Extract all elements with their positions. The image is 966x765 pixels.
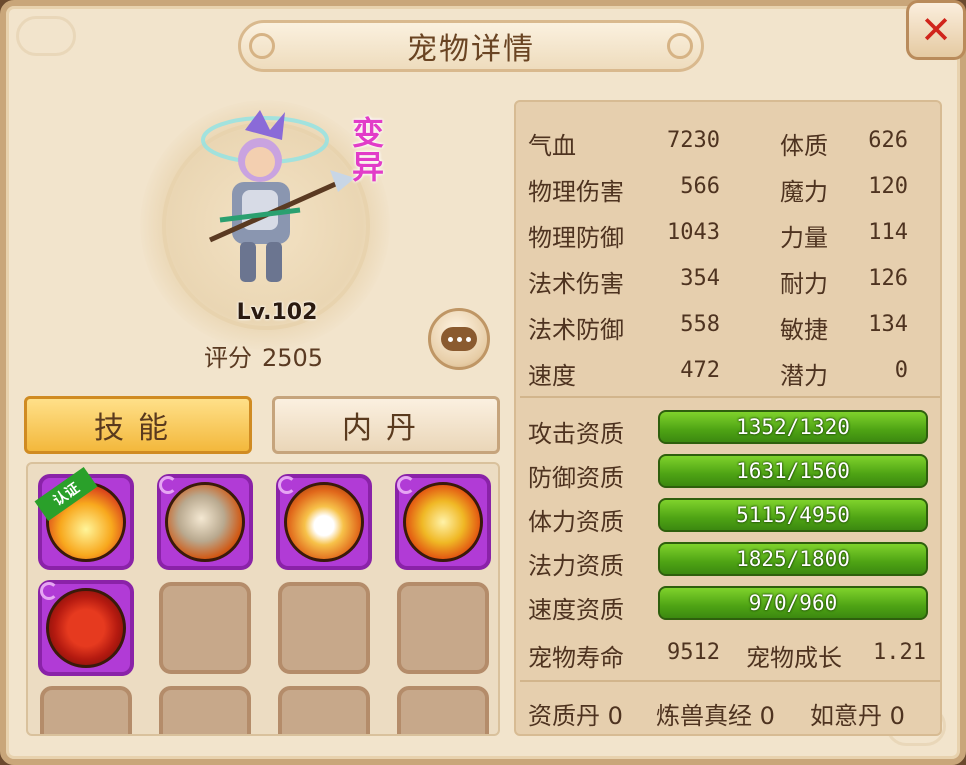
- aptitude-value-stamina: 5115/4950: [736, 503, 850, 527]
- stat-value-hp: 7230: [667, 128, 720, 153]
- stat-value-constitution: 626: [868, 128, 908, 153]
- empty-skill-slot[interactable]: [397, 582, 489, 674]
- stat-value-phys-def: 1043: [667, 220, 720, 245]
- rabbit-skill-icon: [284, 482, 364, 562]
- aptitude-bar-mana: 1825/1800: [658, 542, 928, 576]
- stat-label-phys-def: 物理防御: [528, 224, 624, 252]
- mutation-badge: 变异: [351, 114, 384, 186]
- skills-panel: 认证: [26, 462, 500, 736]
- stat-value-phys-dmg: 566: [680, 174, 720, 199]
- empty-skill-slot[interactable]: [278, 686, 370, 734]
- score-label: 评分: [204, 344, 252, 372]
- divider: [520, 396, 940, 398]
- aptitude-label-speed: 速度资质: [528, 596, 624, 624]
- aptitude-bar-speed: 970/960: [658, 586, 928, 620]
- empty-skill-slot[interactable]: [159, 686, 251, 734]
- skill-slot[interactable]: [395, 474, 491, 570]
- aptitude-value-speed: 970/960: [748, 591, 838, 615]
- item-ruyi-pill[interactable]: 如意丹 0: [810, 696, 905, 731]
- stat-label-potential: 潜力: [780, 362, 828, 390]
- stat-label-endurance: 耐力: [780, 270, 828, 298]
- divider: [520, 680, 940, 682]
- stat-label-magic-dmg: 法术伤害: [528, 270, 624, 298]
- pet-portrait[interactable]: [190, 100, 360, 300]
- item-label: 炼兽真经: [656, 702, 752, 730]
- pet-life-label: 宠物寿命: [528, 644, 624, 672]
- stat-label-strength: 力量: [780, 224, 828, 252]
- stat-value-agility: 134: [868, 312, 908, 337]
- skill-slot[interactable]: 认证: [34, 466, 134, 570]
- chat-button[interactable]: [428, 308, 490, 370]
- item-count: 0: [607, 702, 623, 730]
- tab-skills[interactable]: 技能: [24, 396, 252, 454]
- stat-value-potential: 0: [894, 358, 908, 383]
- stat-value-magic-dmg: 354: [680, 266, 720, 291]
- item-beast-scripture[interactable]: 炼兽真经 0: [656, 696, 775, 731]
- skill-slot[interactable]: [276, 474, 372, 570]
- page-title: 宠物详情: [407, 32, 535, 67]
- angry-spirit-skill-icon: [46, 588, 126, 668]
- title-banner: 宠物详情: [238, 20, 704, 72]
- aptitude-label-stamina: 体力资质: [528, 508, 624, 536]
- stat-value-endurance: 126: [868, 266, 908, 291]
- stat-label-phys-dmg: 物理伤害: [528, 178, 624, 206]
- pet-growth-label: 宠物成长: [746, 644, 842, 672]
- chat-bubble-icon: [441, 327, 477, 351]
- aptitude-value-defense: 1631/1560: [736, 459, 850, 483]
- swirl-ornament-icon: [278, 476, 296, 494]
- pet-growth-value: 1.21: [873, 640, 926, 665]
- item-count: 0: [759, 702, 775, 730]
- aptitude-bar-stamina: 5115/4950: [658, 498, 928, 532]
- aptitude-value-mana: 1825/1800: [736, 547, 850, 571]
- aptitude-label-defense: 防御资质: [528, 464, 624, 492]
- empty-skill-slot[interactable]: [397, 686, 489, 734]
- stat-label-constitution: 体质: [780, 132, 828, 160]
- stat-label-agility: 敏捷: [780, 316, 828, 344]
- aptitude-bar-defense: 1631/1560: [658, 454, 928, 488]
- empty-skill-slot[interactable]: [159, 582, 251, 674]
- aptitude-label-mana: 法力资质: [528, 552, 624, 580]
- item-label: 如意丹: [810, 702, 882, 730]
- skill-slot[interactable]: [157, 474, 253, 570]
- stat-label-speed: 速度: [528, 362, 576, 390]
- swirl-ornament-icon: [159, 476, 177, 494]
- aptitude-bar-attack: 1352/1320: [658, 410, 928, 444]
- swirl-ornament-icon: [397, 476, 415, 494]
- aptitude-value-attack: 1352/1320: [736, 415, 850, 439]
- empty-skill-slot[interactable]: [278, 582, 370, 674]
- stat-value-speed: 472: [680, 358, 720, 383]
- item-count: 0: [889, 702, 905, 730]
- stat-label-magic: 魔力: [780, 178, 828, 206]
- scroll-curl-icon: [249, 33, 275, 59]
- stat-label-hp: 气血: [528, 132, 576, 160]
- pet-score: 评分 2505: [204, 338, 333, 373]
- stat-value-magic-def: 558: [680, 312, 720, 337]
- aptitude-label-attack: 攻击资质: [528, 420, 624, 448]
- item-aptitude-pill[interactable]: 资质丹 0: [528, 696, 623, 731]
- empty-skill-slot[interactable]: [40, 686, 132, 734]
- swirl-ornament-icon: [40, 582, 58, 600]
- stats-panel: 气血 7230 物理伤害 566 物理防御 1043 法术伤害 354 法术防御…: [514, 100, 942, 736]
- flame-shield-skill-icon: [165, 482, 245, 562]
- close-x-icon: ✕: [920, 8, 952, 52]
- item-label: 资质丹: [528, 702, 600, 730]
- skill-slot[interactable]: [38, 580, 134, 676]
- stat-value-strength: 114: [868, 220, 908, 245]
- close-button[interactable]: ✕: [906, 0, 966, 60]
- pet-level: Lv.102: [236, 300, 318, 325]
- scroll-curl-icon: [667, 33, 693, 59]
- tab-inner-pill[interactable]: 内丹: [272, 396, 500, 454]
- pet-life-value: 9512: [667, 640, 720, 665]
- golden-shield-skill-icon: [403, 482, 483, 562]
- score-value: 2505: [262, 344, 324, 372]
- stat-value-magic: 120: [868, 174, 908, 199]
- stat-label-magic-def: 法术防御: [528, 316, 624, 344]
- decorative-corner: [16, 16, 76, 56]
